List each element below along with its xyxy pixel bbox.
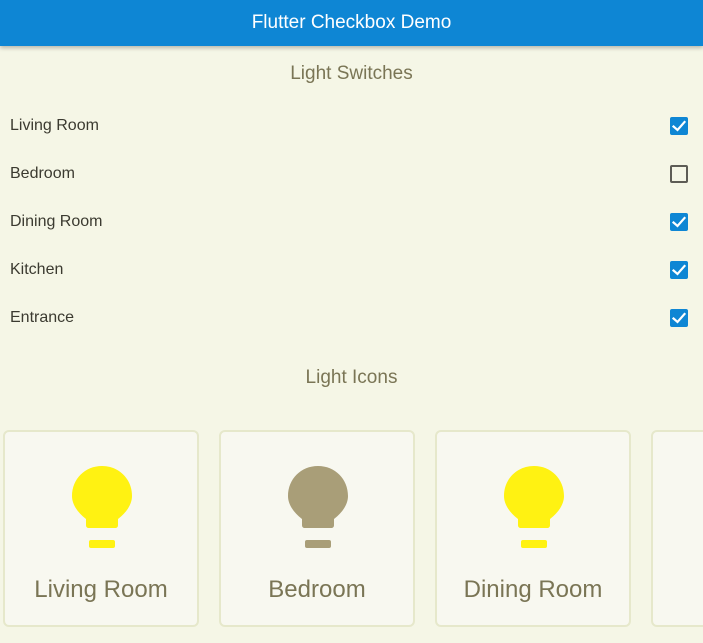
switch-row-dining-room[interactable]: Dining Room [0, 198, 703, 246]
entrance-checkbox[interactable] [670, 309, 688, 327]
checkmark-icon [671, 264, 687, 276]
card-bedroom[interactable]: Bedroom [219, 430, 415, 627]
card-living-room[interactable]: Living Room [3, 430, 199, 627]
switch-label: Living Room [10, 117, 99, 134]
light-cards-list[interactable]: Living Room Bedroom Dining Room [0, 430, 703, 630]
bedroom-checkbox[interactable] [670, 165, 688, 183]
switch-label: Bedroom [10, 165, 75, 182]
switch-label: Dining Room [10, 213, 103, 230]
light-switches-heading: Light Switches [290, 63, 413, 84]
switch-row-entrance[interactable]: Entrance [0, 294, 703, 342]
switch-row-living-room[interactable]: Living Room [0, 102, 703, 150]
lightbulb-icon [504, 466, 564, 548]
card-label: Bedroom [268, 576, 366, 603]
card-label: Living Room [34, 576, 168, 603]
lightbulb-icon [288, 466, 348, 548]
card-dining-room[interactable]: Dining Room [435, 430, 631, 627]
app-bar: Flutter Checkbox Demo [0, 0, 703, 46]
switch-row-kitchen[interactable]: Kitchen [0, 246, 703, 294]
checkmark-icon [671, 120, 687, 132]
living-room-checkbox[interactable] [670, 117, 688, 135]
dining-room-checkbox[interactable] [670, 213, 688, 231]
switch-row-bedroom[interactable]: Bedroom [0, 150, 703, 198]
light-icons-heading: Light Icons [305, 367, 398, 388]
switch-label: Entrance [10, 309, 75, 326]
app-title: Flutter Checkbox Demo [251, 12, 452, 33]
switch-label: Kitchen [10, 261, 64, 278]
card-partial[interactable] [651, 430, 703, 627]
lightbulb-icon [72, 466, 132, 548]
checkmark-icon [671, 312, 687, 324]
checkmark-icon [671, 216, 687, 228]
card-label: Dining Room [463, 576, 603, 603]
kitchen-checkbox[interactable] [670, 261, 688, 279]
